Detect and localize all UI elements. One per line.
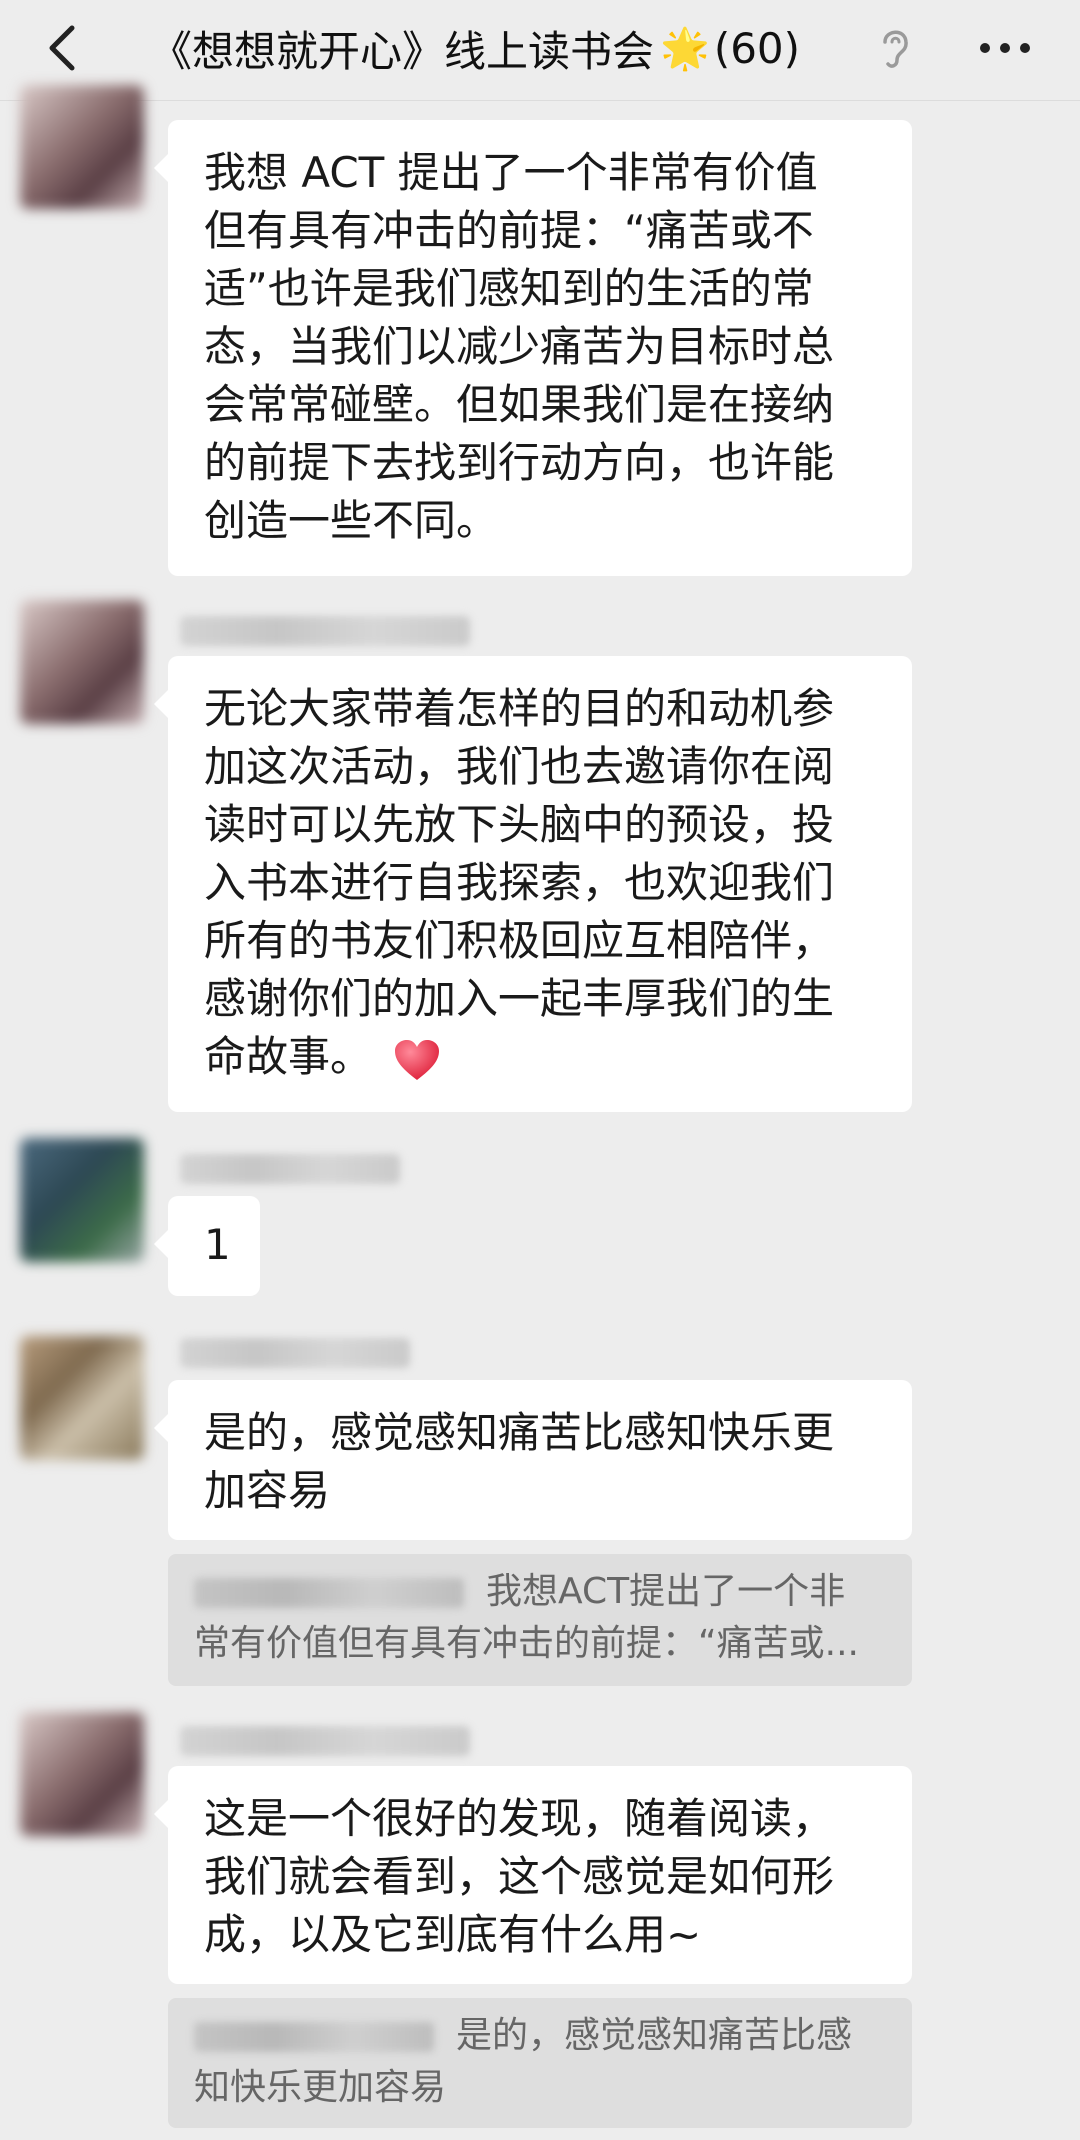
member-count: (60): [713, 23, 801, 73]
group-name: 《想想就开心》线上读书会: [150, 26, 655, 76]
chat-title[interactable]: 《想想就开心》线上读书会 🌟 (60): [150, 18, 850, 78]
sender-avatar[interactable]: [20, 1138, 144, 1262]
message-bubble[interactable]: 我想 ACT 提出了一个非常有价值 但有具有冲击的前提：“痛苦或不 适”也许是我…: [154, 120, 912, 576]
sender-avatar[interactable]: [20, 1712, 144, 1836]
quoted-sender-blurred: [194, 2022, 434, 2052]
quoted-message[interactable]: 我想ACT提出了一个非 常有价值但有具有冲击的前提：“痛苦或...: [168, 1554, 912, 1686]
sender-avatar[interactable]: [20, 1336, 144, 1460]
message-text: 我想 ACT 提出了一个非常有价值 但有具有冲击的前提：“痛苦或不 适”也许是我…: [204, 148, 835, 545]
sender-avatar[interactable]: [20, 600, 144, 724]
message-bubble[interactable]: 无论大家带着怎样的目的和动机参 加这次活动，我们也去邀请你在阅 读时可以先放下头…: [154, 656, 912, 1112]
message-text: 这是一个很好的发现，随着阅读， 我们就会看到，这个感觉是如何形 成，以及它到底有…: [204, 1794, 835, 1959]
message-bubble[interactable]: 1: [154, 1196, 260, 1296]
ear-mute-icon: [883, 30, 908, 68]
sender-avatar[interactable]: [20, 85, 144, 209]
message-bubble[interactable]: 这是一个很好的发现，随着阅读， 我们就会看到，这个感觉是如何形 成，以及它到底有…: [154, 1766, 912, 1984]
message-text: 是的，感觉感知痛苦比感知快乐更 加容易: [204, 1408, 835, 1515]
sender-name-blurred: [180, 1154, 400, 1184]
sender-name-blurred: [180, 1726, 470, 1756]
more-options-icon[interactable]: [975, 20, 1035, 76]
star-icon: 🌟: [660, 25, 710, 72]
message-text: 无论大家带着怎样的目的和动机参 加这次活动，我们也去邀请你在阅 读时可以先放下头…: [204, 684, 835, 1081]
sender-name-blurred: [180, 616, 470, 646]
sender-name-blurred: [180, 1338, 410, 1368]
message-text: 1: [204, 1220, 231, 1269]
heart-icon: [395, 1039, 440, 1080]
back-arrow-icon[interactable]: [34, 18, 94, 78]
message-bubble[interactable]: 是的，感觉感知痛苦比感知快乐更 加容易: [154, 1380, 912, 1540]
quoted-message[interactable]: 是的，感觉感知痛苦比感 知快乐更加容易: [168, 1998, 912, 2128]
quoted-sender-blurred: [194, 1578, 464, 1608]
chat-header: 《想想就开心》线上读书会 🌟 (60): [0, 0, 1080, 101]
